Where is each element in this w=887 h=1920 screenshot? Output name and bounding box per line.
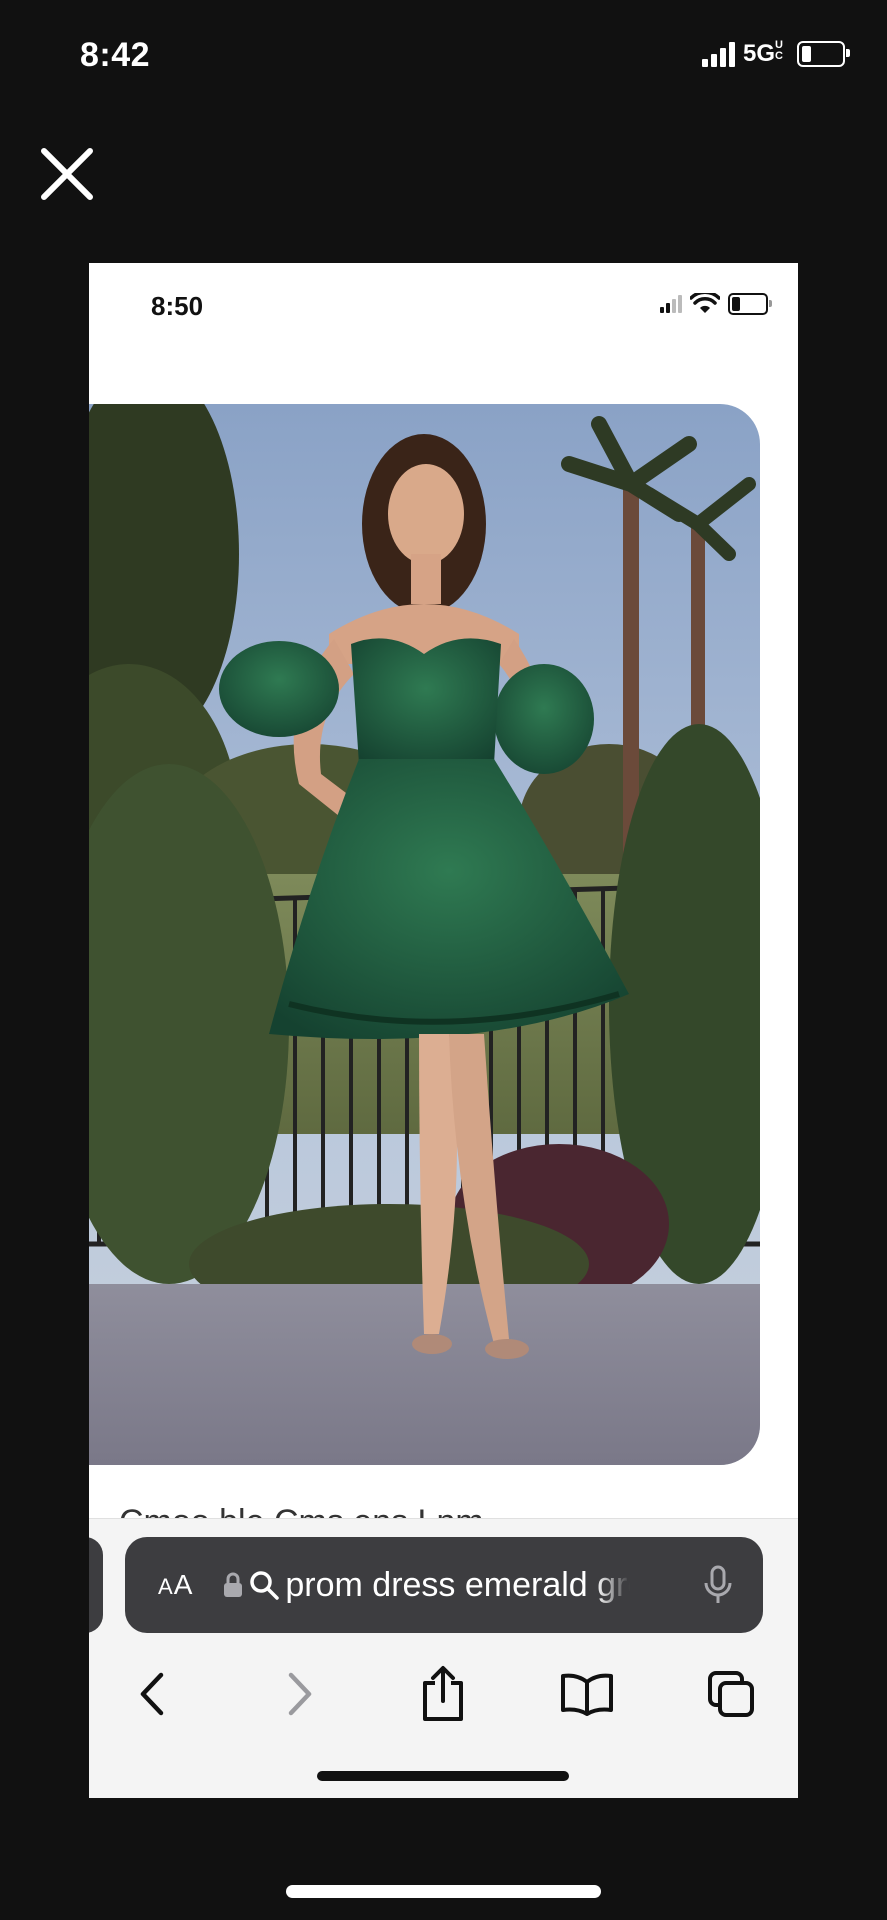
forward-icon[interactable] <box>265 1659 335 1729</box>
navigation-row <box>89 1659 798 1729</box>
bookmarks-icon[interactable] <box>552 1659 622 1729</box>
tabs-icon[interactable] <box>696 1659 766 1729</box>
browser-toolbar: AA prom dress emerald green <box>89 1518 798 1798</box>
microphone-icon[interactable] <box>703 1565 733 1605</box>
previous-tab-peek[interactable] <box>89 1537 103 1633</box>
lock-icon <box>224 1572 243 1597</box>
screenshot-preview: 8:50 AA prom dress emerald gr <box>89 263 798 1798</box>
network-type-label: 5GUC <box>742 39 783 68</box>
close-icon[interactable] <box>38 145 96 203</box>
product-image[interactable] <box>89 404 760 1465</box>
cellular-signal-icon <box>660 295 682 313</box>
outer-status-icons: 5GUC <box>701 39 850 68</box>
cellular-signal-icon <box>701 41 735 67</box>
battery-icon <box>728 293 772 315</box>
back-icon[interactable] <box>117 1659 187 1729</box>
home-indicator[interactable] <box>286 1885 601 1898</box>
wifi-icon <box>690 293 720 313</box>
search-query-text: prom dress emerald green <box>285 1565 630 1604</box>
share-icon[interactable] <box>408 1659 478 1729</box>
inner-status-icons <box>660 293 772 315</box>
inner-home-indicator <box>317 1771 569 1781</box>
address-bar[interactable]: AA prom dress emerald green <box>125 1537 763 1633</box>
outer-status-time: 8:42 <box>80 36 151 74</box>
battery-icon <box>797 41 850 67</box>
search-icon <box>250 1571 280 1600</box>
text-size-button[interactable]: AA <box>158 1569 193 1601</box>
inner-status-time: 8:50 <box>151 291 204 321</box>
